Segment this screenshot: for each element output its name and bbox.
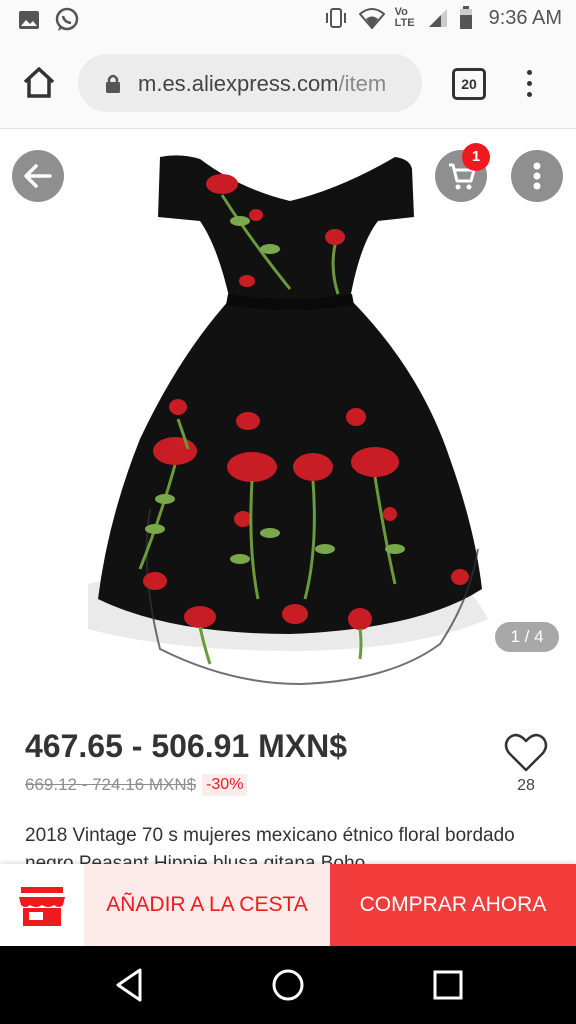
nav-recents-icon[interactable] [433,970,463,1000]
url-host: m.es.aliexpress.com [138,71,339,96]
nav-home-icon[interactable] [271,968,305,1002]
status-bar: Vo LTE 9:36 AM [0,0,576,38]
image-counter: 1 / 4 [495,622,559,652]
vibrate-icon [325,8,346,28]
nav-back-icon[interactable] [114,968,144,1002]
image-icon [19,11,39,29]
browser-toolbar: m.es.aliexpress.com/item 20 [0,38,576,129]
product-price: 467.65 - 506.91 MXN$ [25,728,347,764]
back-button[interactable] [12,150,64,202]
signal-icon [428,9,447,27]
arrow-left-icon [24,164,52,188]
more-options-button[interactable] [511,150,563,202]
url-path: /item [338,71,387,96]
browser-menu-icon[interactable] [519,66,539,102]
heart-icon[interactable] [503,730,549,774]
add-to-cart-button[interactable]: AÑADIR A LA CESTA [84,864,330,946]
store-button[interactable] [0,864,84,946]
wifi-icon [358,8,385,29]
system-nav-bar [0,946,576,1024]
discount-badge: -30% [202,774,248,796]
store-icon [19,887,65,926]
battery-icon [459,6,472,29]
product-image-gallery[interactable]: 1 1 / 4 [0,129,576,700]
product-image [88,155,488,686]
tab-switcher-button[interactable]: 20 [452,68,486,100]
lock-icon [106,74,120,93]
wishlist-count: 28 [517,777,535,794]
original-price: 669.12 - 724.16 MXN$ [25,775,197,794]
address-bar[interactable]: m.es.aliexpress.com/item [78,54,422,112]
cart-badge: 1 [462,143,490,171]
action-bar: AÑADIR A LA CESTA COMPRAR AHORA [0,864,576,946]
more-vertical-icon [533,162,541,190]
product-title: 2018 Vintage 70 s mujeres mexicano étnic… [25,825,515,864]
home-icon[interactable] [18,62,60,104]
buy-now-button[interactable]: COMPRAR AHORA [330,864,576,946]
old-price-row: 669.12 - 724.16 MXN$ -30% [25,774,248,796]
clock: 9:36 AM [488,6,562,29]
volte-icon: Vo LTE [394,6,415,29]
url-text: m.es.aliexpress.com/item [138,71,410,97]
whatsapp-icon [55,7,79,31]
